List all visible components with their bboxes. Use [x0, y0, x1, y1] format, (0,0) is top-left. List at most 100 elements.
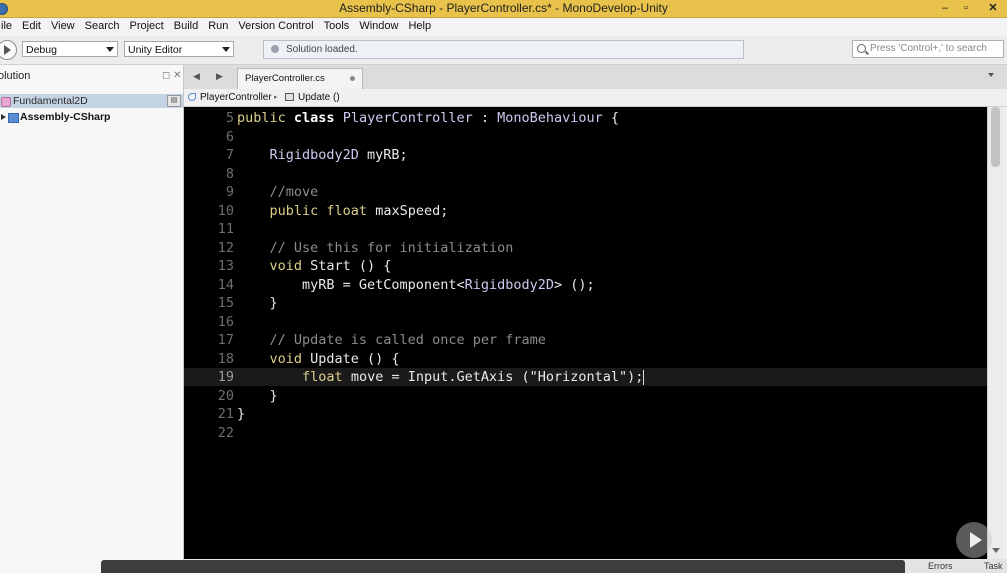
code-line[interactable]: 17 // Update is called once per frame: [184, 331, 987, 349]
status-text: Solution loaded.: [286, 44, 358, 55]
window-title: Assembly-CSharp - PlayerController.cs* -…: [339, 1, 668, 15]
code-line[interactable]: 6: [184, 128, 987, 146]
title-bar: Assembly-CSharp - PlayerController.cs* -…: [0, 0, 1007, 18]
solution-pad-header: olution ◻ ✕: [0, 65, 183, 87]
expand-arrow-icon[interactable]: [1, 114, 6, 120]
code-line[interactable]: 8: [184, 165, 987, 183]
pad-dock-close-controls[interactable]: ◻ ✕: [162, 65, 181, 87]
nav-back-icon[interactable]: ◀: [193, 71, 200, 82]
line-source: }: [237, 405, 245, 423]
code-token: Rigidbody2D: [464, 276, 554, 293]
line-number: 8: [225, 165, 234, 182]
scroll-down-icon[interactable]: [992, 548, 1000, 553]
tab-playercontroller[interactable]: PlayerController.cs: [237, 68, 363, 89]
menu-view[interactable]: View: [46, 20, 80, 32]
breadcrumb-class[interactable]: PlayerController: [200, 89, 272, 106]
code-token: //move: [237, 184, 319, 200]
code-token: // Use this for initialization: [237, 239, 514, 256]
menu-run[interactable]: Run: [203, 20, 233, 32]
search-input[interactable]: Press 'Control+,' to search: [852, 40, 1004, 58]
code-line[interactable]: 11: [184, 220, 987, 238]
code-token: maxSpeed;: [375, 202, 449, 219]
line-number: 11: [217, 221, 234, 237]
breadcrumb-method[interactable]: Update (): [298, 89, 340, 106]
line-number: 14: [217, 276, 234, 293]
errors-pad-tab[interactable]: Errors: [928, 561, 953, 571]
line-source: }: [237, 387, 278, 405]
code-line[interactable]: 18 void Update () {: [184, 350, 987, 368]
line-number: 20: [217, 387, 234, 404]
play-icon[interactable]: [956, 522, 992, 558]
code-token: }: [237, 295, 278, 311]
line-source: //move: [237, 183, 319, 201]
minimize-button[interactable]: –: [934, 0, 956, 16]
run-icon[interactable]: [0, 40, 17, 60]
solution-node[interactable]: Fundamental2D ▤: [0, 94, 183, 108]
line-number: 9: [225, 184, 234, 200]
code-line[interactable]: 15 }: [184, 294, 987, 312]
solution-options-button[interactable]: ▤: [167, 95, 181, 107]
code-line[interactable]: 7 Rigidbody2D myRB;: [184, 146, 987, 164]
menu-project[interactable]: Project: [125, 20, 169, 32]
run-target-value: Unity Editor: [128, 44, 183, 56]
document-tab-strip: ◀ ▶ PlayerController.cs: [184, 65, 1007, 90]
code-line[interactable]: 9 //move: [184, 183, 987, 201]
code-token: myRB = GetComponent<: [237, 276, 465, 293]
menu-help[interactable]: Help: [403, 20, 436, 32]
code-editor[interactable]: 5 public class PlayerController : MonoBeh…: [184, 107, 987, 559]
line-number: 17: [217, 332, 234, 348]
project-node[interactable]: Assembly-CSharp: [0, 110, 183, 124]
solution-pad-title: olution: [0, 70, 31, 82]
code-line[interactable]: 20 }: [184, 387, 987, 405]
scrollbar-thumb[interactable]: [991, 107, 1000, 167]
code-line[interactable]: 10 public float maxSpeed;: [184, 202, 987, 220]
line-source: void Start () {: [237, 257, 392, 275]
search-placeholder: Press 'Control+,' to search: [870, 43, 987, 54]
code-token: }: [237, 406, 246, 422]
code-token: float: [326, 202, 376, 219]
search-icon: [857, 44, 866, 53]
tab-list-chevron-icon[interactable]: [988, 73, 994, 77]
run-target-select[interactable]: Unity Editor: [124, 41, 234, 57]
menu-build[interactable]: Build: [169, 20, 203, 32]
code-line[interactable]: 13 void Start () {: [184, 257, 987, 275]
menu-version-control[interactable]: Version Control: [233, 20, 318, 32]
status-area: Solution loaded.: [263, 40, 744, 59]
line-source: }: [237, 294, 278, 312]
code-line[interactable]: 21}: [184, 405, 987, 423]
code-token: );: [627, 369, 644, 385]
menu-tools[interactable]: Tools: [319, 20, 355, 32]
code-token: PlayerController: [342, 110, 473, 126]
menu-window[interactable]: Window: [354, 20, 403, 32]
line-number: 6: [225, 128, 234, 145]
code-token: "Horizontal": [529, 369, 628, 385]
code-line[interactable]: 5 public class PlayerController : MonoBeh…: [184, 109, 987, 127]
text-caret: [643, 369, 645, 385]
code-line[interactable]: 14 myRB = GetComponent<Rigidbody2D> ();: [184, 276, 987, 294]
menu-search[interactable]: Search: [80, 20, 125, 32]
close-tab-icon[interactable]: [350, 76, 355, 81]
code-token: void: [269, 350, 311, 367]
maximize-button[interactable]: ▫: [955, 0, 977, 16]
code-token: :: [472, 110, 498, 126]
configuration-select[interactable]: Debug: [22, 41, 118, 57]
solution-icon: [1, 97, 11, 107]
editor-vertical-scrollbar[interactable]: [987, 107, 1004, 559]
line-number: 5: [225, 110, 234, 126]
video-caption-strip: [101, 560, 905, 573]
code-line[interactable]: 12 // Use this for initialization: [184, 239, 987, 257]
code-line[interactable]: 19 float move = Input.GetAxis ("Horizont…: [184, 368, 987, 386]
tasks-pad-tab[interactable]: Task: [984, 561, 1003, 571]
code-line[interactable]: 22: [184, 424, 987, 442]
tab-label: PlayerController.cs: [245, 73, 325, 84]
menu-edit[interactable]: Edit: [17, 20, 46, 32]
code-line[interactable]: 16: [184, 313, 987, 331]
nav-forward-icon[interactable]: ▶: [216, 71, 223, 82]
menu-file[interactable]: ile: [0, 20, 17, 32]
chevron-down-icon: [106, 47, 114, 52]
close-button[interactable]: ✕: [982, 0, 1004, 16]
